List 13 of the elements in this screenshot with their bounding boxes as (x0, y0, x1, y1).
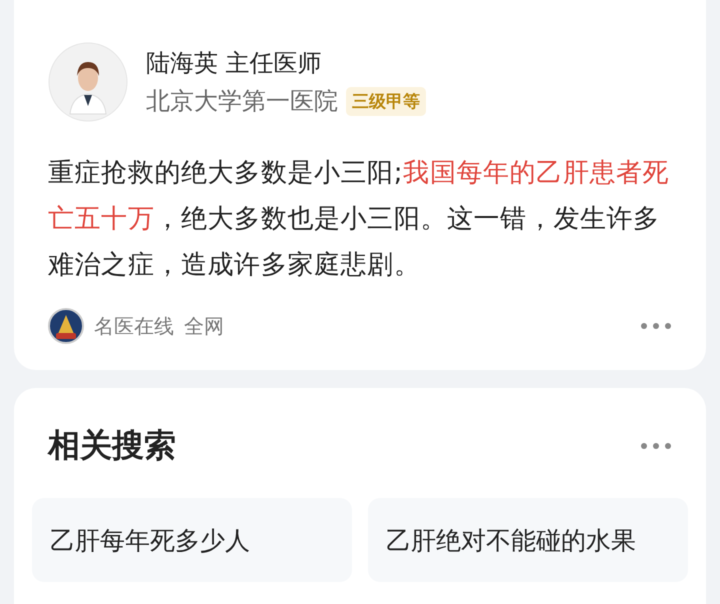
hospital-grade-badge: 三级甲等 (346, 86, 426, 116)
avatar-icon (48, 42, 128, 122)
section-title: 相关搜索 (48, 425, 176, 466)
source-name: 名医在线 (94, 312, 174, 340)
related-search-chip[interactable]: 乙肝每年死多少人 (32, 498, 352, 582)
source-scope: 全网 (184, 312, 224, 340)
source-logo-icon (48, 308, 84, 344)
doctor-name: 陆海英 主任医师 (146, 48, 323, 79)
answer-text: 重症抢救的绝大多数是小三阳;我国每年的乙肝患者死亡五十万，绝大多数也是小三阳。这一错，发生许多难治之症，造成许多家庭悲剧。 (48, 157, 670, 282)
hospital-name: 北京大学第一医院 (146, 86, 338, 117)
more-icon[interactable] (640, 442, 672, 450)
more-icon[interactable] (640, 322, 672, 330)
related-search-chip[interactable]: 乙肝绝对不能碰的水果 (368, 498, 688, 582)
